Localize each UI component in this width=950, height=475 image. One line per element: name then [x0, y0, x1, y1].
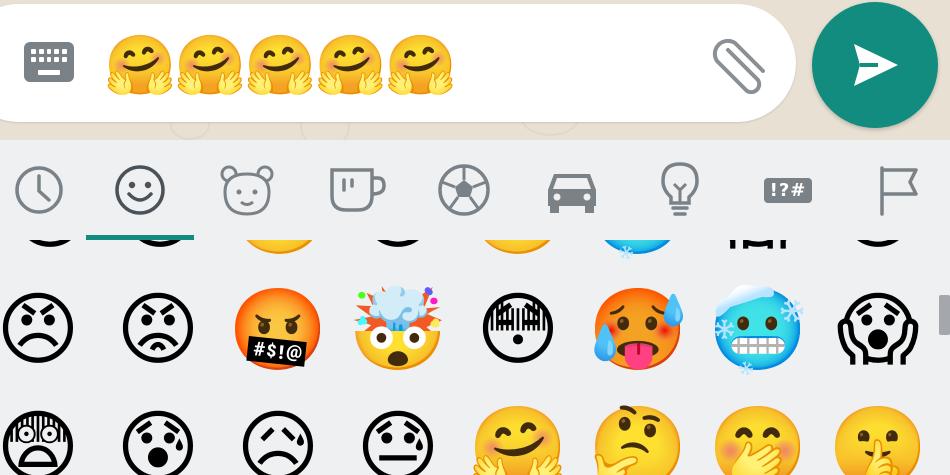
emoji-panel: !?# 😐 😶 🙄 😏 😬 🥶 😱 😨 😠 😡 🤬 🤯 😳: [0, 140, 950, 475]
emoji-cell[interactable]: 😬: [458, 240, 578, 264]
emoji-cell[interactable]: 😓: [338, 398, 458, 475]
emoji-cell[interactable]: 🤭: [698, 398, 818, 475]
emoji-cell[interactable]: 😠: [0, 280, 98, 380]
emoji-cell[interactable]: 😶: [100, 240, 220, 264]
tab-smileys[interactable]: [105, 160, 175, 220]
tab-food[interactable]: [322, 160, 392, 220]
emoji-cell[interactable]: 🥶: [578, 240, 698, 264]
emoji-cell[interactable]: 😰: [98, 398, 218, 475]
symbols-icon: !?#: [763, 177, 813, 203]
paperclip-icon[interactable]: [708, 36, 774, 95]
smiley-icon: [115, 165, 165, 215]
emoji-row: 😨 😰 😥 😓 🤗 🤔 🤭 🤫: [0, 398, 950, 475]
emoji-cell[interactable]: 😏: [338, 240, 458, 264]
flag-icon: [880, 166, 918, 216]
emoji-cell[interactable]: 🥵: [578, 280, 698, 380]
emoji-row: 😐 😶 🙄 😏 😬 🥶 😱 😨: [0, 240, 950, 264]
emoji-cell[interactable]: 😳: [458, 280, 578, 380]
emoji-grid: 😐 😶 🙄 😏 😬 🥶 😱 😨 😠 😡 🤬 🤯 😳 🥵 🥶 😱 😨 😰 😥 😓: [0, 240, 950, 475]
tab-activities[interactable]: [429, 160, 499, 220]
emoji-row: 😠 😡 🤬 🤯 😳 🥵 🥶 😱: [0, 280, 950, 380]
keyboard-icon[interactable]: [24, 42, 74, 82]
emoji-cell[interactable]: 😡: [98, 280, 218, 380]
tab-animals[interactable]: [212, 160, 282, 220]
send-icon: [854, 44, 898, 86]
emoji-cell[interactable]: 😨: [0, 398, 98, 475]
lightbulb-icon: [661, 162, 699, 216]
message-input[interactable]: 🤗🤗🤗🤗🤗: [104, 30, 457, 100]
emoji-cell[interactable]: 😐: [0, 240, 110, 264]
tab-symbols[interactable]: !?#: [753, 160, 823, 220]
emoji-cell[interactable]: 😥: [218, 398, 338, 475]
emoji-cell[interactable]: 😨: [818, 240, 938, 264]
tab-travel[interactable]: [537, 160, 607, 220]
send-button[interactable]: [812, 2, 938, 128]
bear-icon: [220, 165, 274, 216]
tab-flags[interactable]: [862, 160, 932, 220]
emoji-cell[interactable]: 🤬: [218, 280, 338, 380]
emoji-cell[interactable]: 🤯: [338, 280, 458, 380]
emoji-cell[interactable]: 😱: [818, 280, 938, 380]
emoji-cell[interactable]: 🤗: [458, 398, 578, 475]
emoji-category-tabs: !?#: [0, 140, 950, 240]
tab-recent[interactable]: [0, 160, 70, 220]
emoji-cell[interactable]: 😱: [698, 240, 818, 264]
emoji-cell[interactable]: 🙄: [220, 240, 340, 264]
scrollbar-thumb[interactable]: [939, 295, 950, 335]
cup-icon: [330, 168, 386, 212]
emoji-cell[interactable]: 🤔: [578, 398, 698, 475]
clock-icon: [15, 166, 63, 214]
soccer-ball-icon: [438, 164, 490, 216]
tab-objects[interactable]: [645, 160, 715, 220]
emoji-cell[interactable]: 🥶: [698, 280, 818, 380]
car-icon: [548, 174, 596, 213]
emoji-cell[interactable]: 🤫: [818, 398, 938, 475]
